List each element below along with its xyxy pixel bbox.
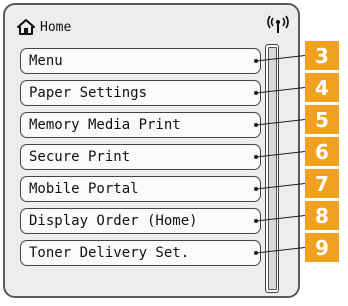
page-title: Home xyxy=(40,19,72,35)
callout-badge: 7 xyxy=(305,169,339,198)
callout-badge: 8 xyxy=(305,201,339,230)
menu-button-mobile-portal[interactable]: Mobile Portal xyxy=(20,176,261,202)
title-bar: Home xyxy=(17,17,71,37)
wireless-signal-icon xyxy=(267,15,289,33)
menu-button-secure-print[interactable]: Secure Print xyxy=(20,144,261,170)
menu-button-paper-settings[interactable]: Paper Settings xyxy=(20,80,261,106)
menu-button-display-order-home[interactable]: Display Order (Home) xyxy=(20,208,261,234)
menu-button-menu[interactable]: Menu xyxy=(20,48,261,74)
menu-button-toner-delivery-set[interactable]: Toner Delivery Set. xyxy=(20,240,261,266)
home-icon xyxy=(17,19,35,35)
scrollbar-thumb[interactable] xyxy=(268,47,277,290)
scrollbar[interactable] xyxy=(265,44,279,293)
callout-badge: 3 xyxy=(305,41,339,70)
callout-badge: 9 xyxy=(305,233,339,262)
callout-badge: 4 xyxy=(305,73,339,102)
callout-badge: 6 xyxy=(305,137,339,166)
callout-badge: 5 xyxy=(305,105,339,134)
menu-button-memory-media-print[interactable]: Memory Media Print xyxy=(20,112,261,138)
